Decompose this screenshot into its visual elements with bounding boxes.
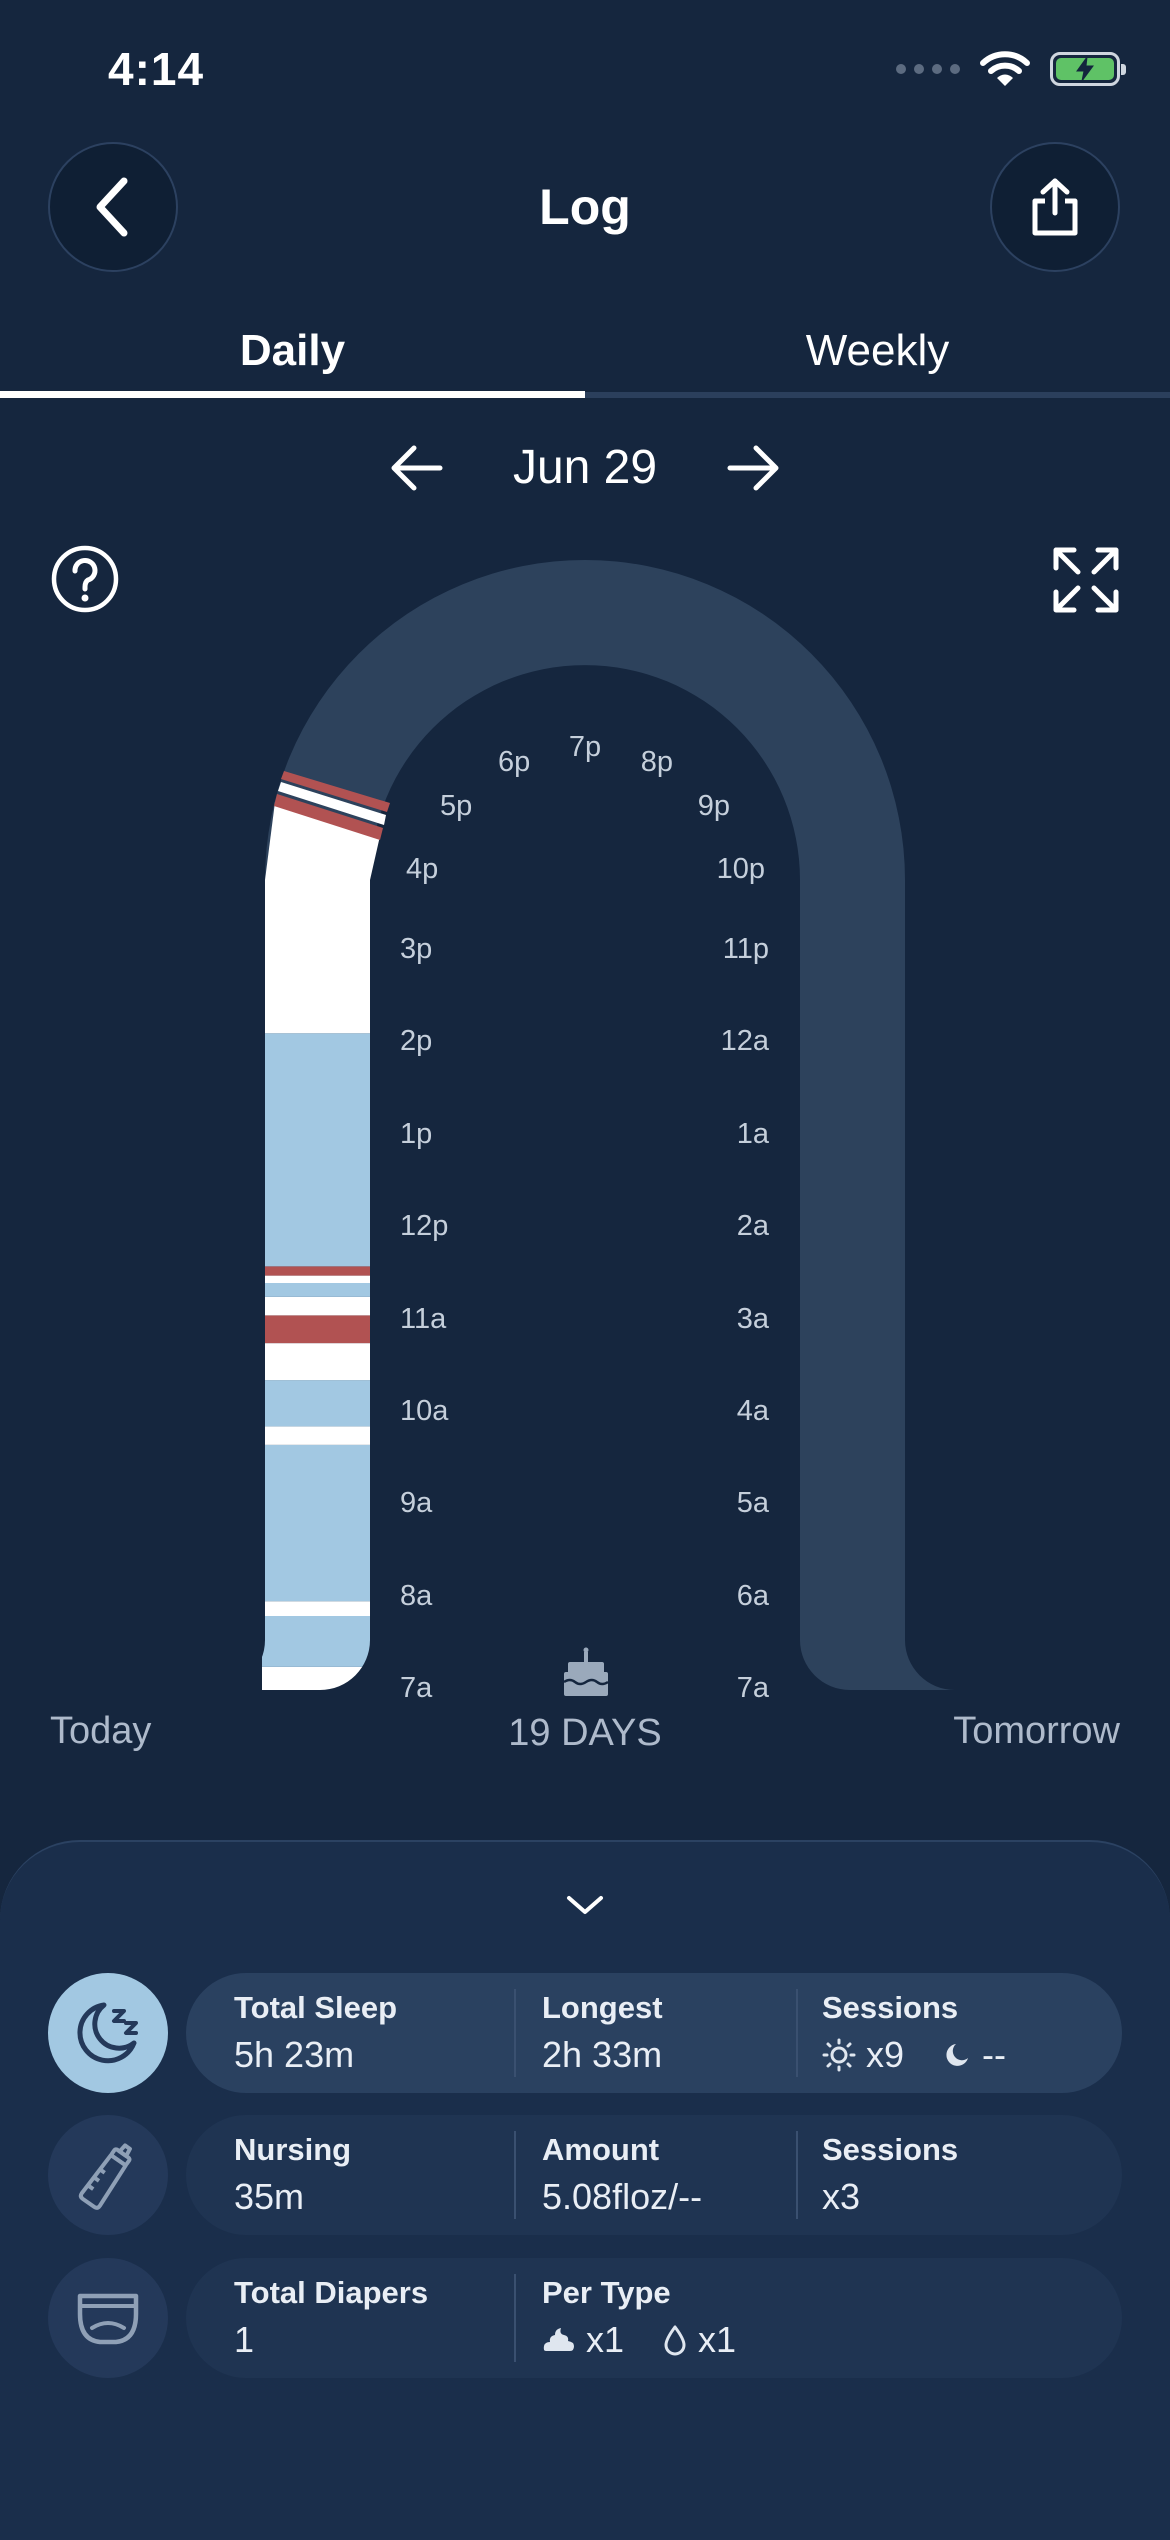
hour-label-left: 10a	[400, 1395, 449, 1427]
hour-label-right: 11p	[723, 933, 769, 965]
amount-label: Amount	[542, 2132, 660, 2167]
chart-segment-feeding	[262, 1315, 370, 1344]
chart-segment-awake	[262, 1666, 370, 1690]
arch-sleep-chart: 7a 8a 9a 10a 11a 12p 1p 2p 3p 4p5p 6p 7p 8p 9p 10p 11p 1…	[262, 560, 955, 1704]
tomorrow-label: Tomorrow	[953, 1710, 1120, 1752]
total-diapers-value: 1	[234, 2319, 255, 2360]
chart-segment-awake	[262, 1601, 370, 1616]
sleep-moon-icon	[77, 2002, 138, 2064]
hour-label-right: 8p	[641, 746, 673, 778]
nursing-row-icon[interactable]	[48, 2115, 168, 2235]
poop-count: x1	[586, 2319, 625, 2360]
chart-segment-awake	[262, 1275, 370, 1283]
hour-label-left: 5p	[440, 790, 472, 822]
tab-daily[interactable]: Daily	[0, 326, 585, 376]
status-icons	[896, 50, 1126, 88]
chart-segment-awake	[262, 1343, 370, 1381]
longest-sleep-label: Longest	[542, 1990, 663, 2025]
chart-segment-sleep	[262, 1380, 370, 1427]
diapers-row-icon[interactable]	[48, 2258, 168, 2378]
wet-count: x1	[698, 2319, 737, 2360]
chart-segment-awake	[262, 1426, 370, 1445]
share-icon	[1032, 178, 1078, 236]
hour-label-right: 5a	[737, 1487, 770, 1519]
hour-label-left: 12p	[400, 1210, 448, 1242]
chart-segment-sleep	[262, 1033, 370, 1267]
total-sleep-label: Total Sleep	[234, 1990, 398, 2025]
hour-label-right: 2a	[737, 1210, 770, 1242]
hour-label-right: 10p	[717, 853, 765, 885]
hour-label-right: 1a	[737, 1118, 770, 1150]
amount-value: 5.08floz/--	[542, 2176, 703, 2217]
chart-segment-sleep	[262, 1283, 370, 1297]
diaper-icon	[77, 2293, 139, 2345]
sleep-summary-card: Total Sleep 5h 23m Longest 2h 33m Sessions…	[186, 1973, 1122, 2093]
nursing-sessions-value: x3	[822, 2176, 861, 2217]
hour-label-left: 7a	[400, 1672, 433, 1704]
today-label: Today	[50, 1710, 152, 1752]
sleep-row-icon[interactable]	[48, 1973, 168, 2093]
hour-label-left: 9a	[400, 1487, 433, 1519]
hour-label-left: 2p	[400, 1025, 432, 1057]
per-type-label: Per Type	[542, 2275, 671, 2310]
nursing-sessions-label: Sessions	[822, 2132, 959, 2167]
previous-day-arrow-icon[interactable]	[388, 443, 444, 493]
date-navigator: Jun 29	[0, 440, 1170, 495]
total-diapers-label: Total Diapers	[234, 2275, 429, 2310]
total-sleep-value: 5h 23m	[234, 2034, 355, 2075]
longest-sleep-value: 2h 33m	[542, 2034, 663, 2075]
hour-label-right: 7a	[737, 1672, 770, 1704]
hour-label-left: 3p	[400, 933, 432, 965]
moon-icon	[946, 2044, 969, 2066]
hour-label-left: 8a	[400, 1580, 433, 1612]
hour-label-left: 4p	[406, 853, 438, 885]
collapse-chevron-icon[interactable]	[565, 1894, 605, 1918]
night-sessions-value: --	[982, 2034, 1007, 2075]
sleep-sessions-label: Sessions	[822, 1990, 959, 2025]
signal-dots-icon	[896, 64, 960, 74]
birthday-cake-icon	[563, 1647, 609, 1696]
poop-icon	[543, 2328, 574, 2351]
chart-segment-awake	[262, 880, 370, 1034]
hour-label-left: 11a	[400, 1303, 447, 1335]
bottle-icon	[78, 2143, 132, 2210]
chart-segment-feeding	[262, 1266, 370, 1276]
wet-drop-icon	[664, 2325, 686, 2356]
chart-segment-sleep	[262, 1444, 370, 1602]
diapers-summary-card: Total Diapers 1 Per Type x1 x1	[186, 2258, 1122, 2378]
nursing-label: Nursing	[234, 2132, 352, 2167]
nursing-value: 35m	[234, 2176, 305, 2217]
day-sessions-value: x9	[866, 2034, 905, 2075]
hour-label-right: 4a	[737, 1395, 770, 1427]
hour-label-right: 12a	[721, 1025, 770, 1057]
battery-charging-icon	[1050, 52, 1126, 86]
hour-label-top: 7p	[569, 731, 601, 763]
hour-label-left: 6p	[498, 746, 530, 778]
hour-label-right: 9p	[698, 790, 730, 822]
nursing-summary-card: Nursing 35m Amount 5.08floz/-- Sessions x3	[186, 2115, 1122, 2235]
hour-label-right: 6a	[737, 1580, 770, 1612]
hour-label-right: 3a	[737, 1303, 770, 1335]
share-button[interactable]	[990, 142, 1120, 272]
hour-label-left: 1p	[400, 1118, 432, 1150]
current-date[interactable]: Jun 29	[500, 440, 670, 495]
chart-segment-awake	[262, 1296, 370, 1316]
next-day-arrow-icon[interactable]	[726, 443, 782, 493]
tab-weekly[interactable]: Weekly	[585, 326, 1170, 376]
sun-icon	[822, 2038, 856, 2072]
chart-segment-sleep	[262, 1616, 370, 1667]
status-time: 4:14	[108, 43, 205, 95]
tab-active-indicator	[0, 391, 585, 398]
wifi-icon	[980, 51, 1030, 86]
